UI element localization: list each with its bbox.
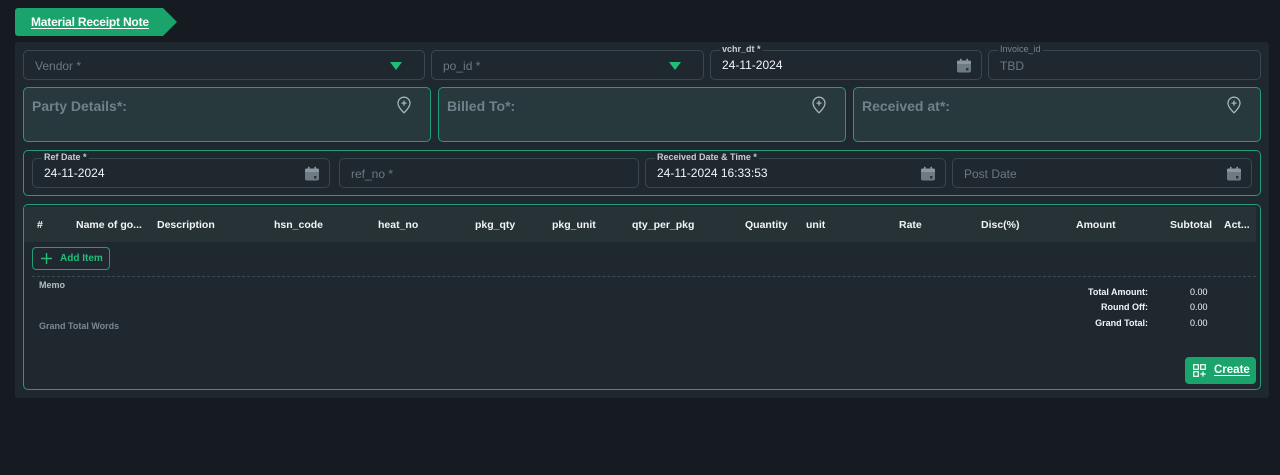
round-off-label: Round Off: [1101,302,1148,312]
column-header[interactable]: pkg_qty [475,219,515,231]
memo-label: Memo [39,280,66,290]
add-item-button[interactable]: Add Item [32,247,110,270]
column-header[interactable]: Name of go... [76,219,142,231]
invoice-id-label: Invoice_id [998,44,1043,55]
party-details-label: Party Details*: [32,98,127,114]
po-id-select[interactable]: po_id * [431,50,704,80]
party-details-box[interactable]: Party Details*: [23,87,431,142]
vchr-dt-value: 24-11-2024 [722,58,783,72]
invoice-id-value: TBD [1000,59,1024,73]
ref-no-input[interactable]: ref_no * [339,158,639,188]
page-title-tab: Material Receipt Note [15,8,177,36]
column-header[interactable]: Disc(%) [981,219,1020,231]
column-header[interactable]: pkg_unit [552,219,596,231]
items-section: # Name of go... Description hsn_code hea… [23,204,1261,390]
page-title: Material Receipt Note [31,15,149,29]
column-header[interactable]: hsn_code [274,219,323,231]
received-datetime-field[interactable]: Received Date & Time * 24-11-2024 16:33:… [645,152,946,188]
received-datetime-value: 24-11-2024 16:33:53 [657,166,768,180]
column-header[interactable]: heat_no [378,219,418,231]
calendar-icon[interactable] [920,166,936,182]
total-amount-value: 0.00 [1190,287,1208,297]
column-header[interactable]: # [37,219,43,231]
calendar-icon[interactable] [304,166,320,182]
po-id-placeholder: po_id * [443,59,481,73]
reference-section: Ref Date * 24-11-2024 ref_no * Received … [23,150,1261,196]
column-header[interactable]: qty_per_pkg [632,219,694,231]
divider [32,276,1256,277]
calendar-icon[interactable] [956,58,972,74]
location-pin-icon[interactable] [811,96,827,114]
billed-to-label: Billed To*: [447,98,516,114]
ref-date-field[interactable]: Ref Date * 24-11-2024 [32,152,330,188]
dropdown-arrow-icon[interactable] [390,62,402,70]
column-header[interactable]: unit [806,219,825,231]
plus-icon [41,253,52,264]
column-header[interactable]: Quantity [745,219,788,231]
ref-no-placeholder: ref_no * [351,167,394,181]
calendar-icon[interactable] [1226,166,1242,182]
dropdown-arrow-icon[interactable] [669,62,681,70]
vendor-placeholder: Vendor * [35,59,82,73]
round-off-value: 0.00 [1190,302,1208,312]
create-button[interactable]: Create [1185,357,1256,384]
received-at-label: Received at*: [862,98,950,114]
vendor-select[interactable]: Vendor * [23,50,425,80]
create-grid-icon [1193,364,1206,377]
billed-to-box[interactable]: Billed To*: [438,87,846,142]
items-table-header: # Name of go... Description hsn_code hea… [24,207,1256,242]
received-at-box[interactable]: Received at*: [853,87,1261,142]
vchr-dt-field[interactable]: vchr_dt * 24-11-2024 [710,44,982,80]
create-label: Create [1214,364,1250,376]
form-panel: Vendor * po_id * vchr_dt * 24-11-2024 In… [15,42,1269,398]
location-pin-icon[interactable] [396,96,412,114]
vchr-dt-label: vchr_dt * [720,44,763,55]
received-datetime-label: Received Date & Time * [655,152,759,163]
post-date-placeholder: Post Date [964,167,1017,181]
column-header[interactable]: Rate [899,219,922,231]
column-header[interactable]: Description [157,219,215,231]
post-date-field[interactable]: Post Date [952,158,1252,188]
add-item-label: Add Item [60,253,103,264]
grand-total-words-label: Grand Total Words [39,321,120,331]
invoice-id-field[interactable]: Invoice_id TBD [988,44,1261,80]
ref-date-value: 24-11-2024 [44,166,105,180]
grand-total-value: 0.00 [1190,318,1208,328]
column-header[interactable]: Amount [1076,219,1116,231]
ref-date-label: Ref Date * [42,152,89,163]
column-header[interactable]: Subtotal [1170,219,1212,231]
column-header[interactable]: Act... [1224,219,1250,231]
total-amount-label: Total Amount: [1088,287,1148,297]
location-pin-icon[interactable] [1226,96,1242,114]
grand-total-label: Grand Total: [1095,318,1148,328]
